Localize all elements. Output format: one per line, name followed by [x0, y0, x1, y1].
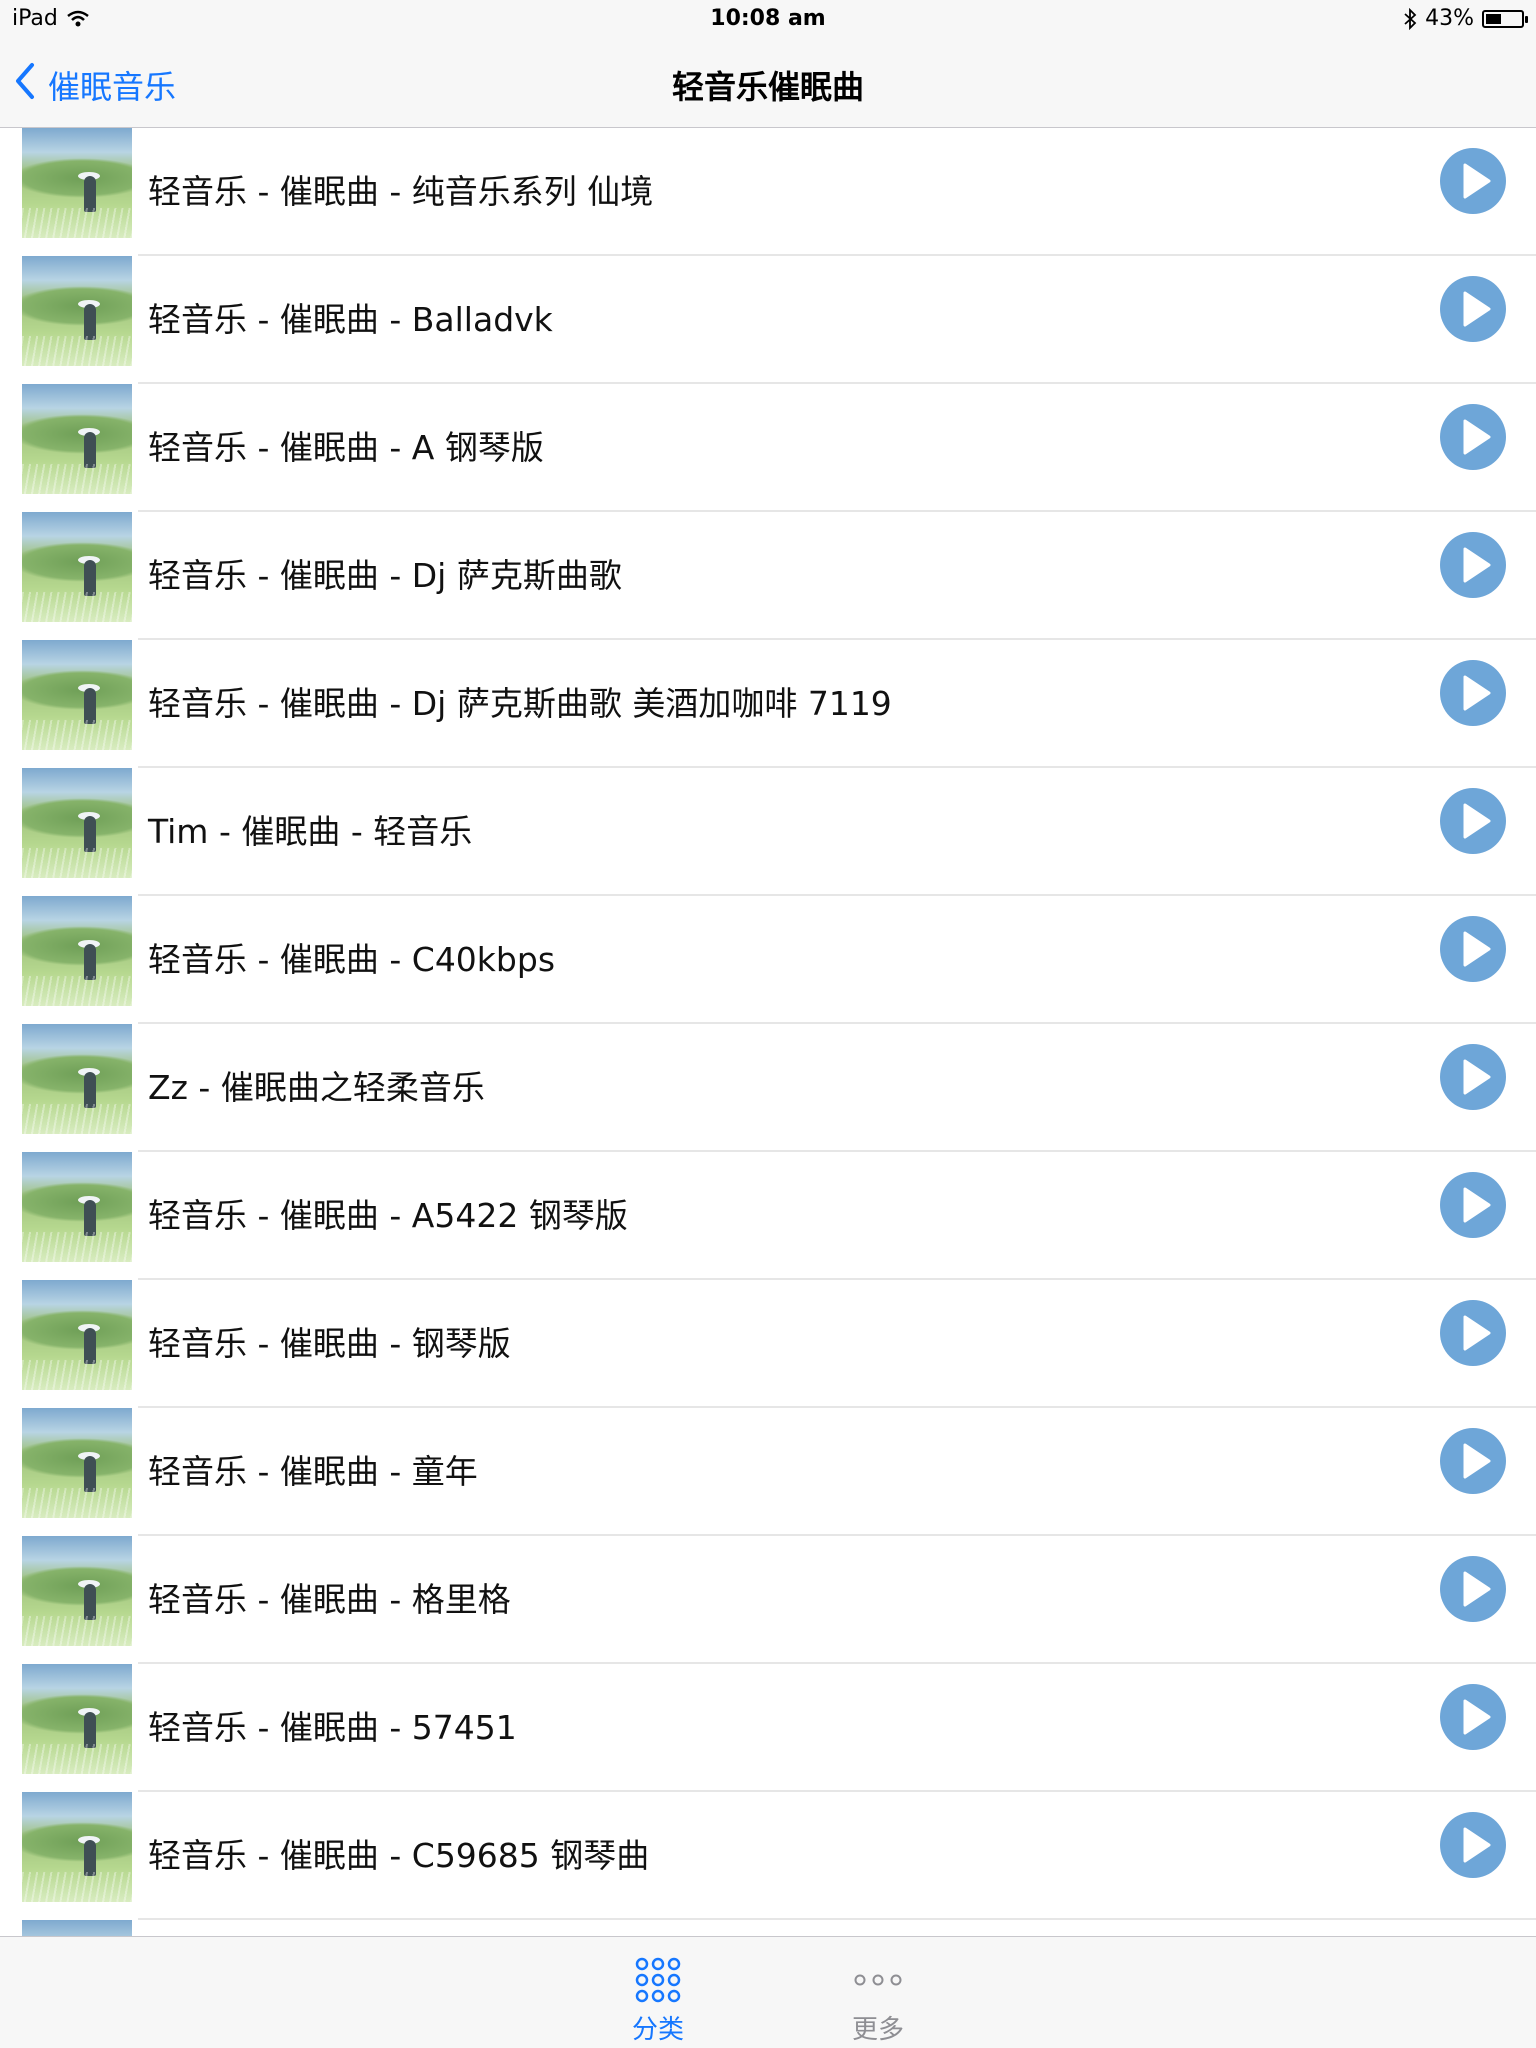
track-cover-image	[22, 640, 132, 750]
play-icon	[1463, 803, 1491, 839]
tab-more[interactable]: 更多	[818, 1955, 938, 2046]
track-title: 轻音乐 - 催眠曲 - Balladvk	[148, 300, 553, 339]
play-icon	[1463, 1827, 1491, 1863]
track-cover-image	[22, 256, 132, 366]
play-icon	[1463, 1315, 1491, 1351]
track-title: Tim - 催眠曲 - 轻音乐	[148, 812, 473, 851]
track-cover-image	[22, 1920, 132, 1936]
track-cover-image	[22, 1280, 132, 1390]
track-title: 轻音乐 - 催眠曲 - C59685 钢琴曲	[148, 1836, 650, 1875]
track-cover-image	[22, 1152, 132, 1262]
track-row[interactable]: Zz - 催眠曲之轻柔音乐	[0, 1024, 1536, 1152]
track-row[interactable]: 轻音乐 - 催眠曲 - A 钢琴版	[0, 384, 1536, 512]
tab-category[interactable]: 分类	[598, 1955, 718, 2046]
battery-icon	[1482, 9, 1528, 28]
track-title: 轻音乐 - 催眠曲 - 格里格	[148, 1580, 511, 1619]
track-cover-image	[22, 512, 132, 622]
track-row[interactable]: 轻音乐 - 催眠曲 - Dj 萨克斯曲歌	[0, 512, 1536, 640]
play-button[interactable]	[1440, 788, 1506, 854]
track-cover-image	[22, 896, 132, 1006]
play-icon	[1463, 1571, 1491, 1607]
play-button[interactable]	[1440, 660, 1506, 726]
tab-bar: 分类 更多	[0, 1936, 1536, 2048]
track-row[interactable]: 轻音乐 - 催眠曲 - 纯音乐系列 仙境	[0, 128, 1536, 256]
track-title: 轻音乐 - 催眠曲 - Dj 萨克斯曲歌 美酒加咖啡 7119	[148, 684, 892, 723]
track-title: 轻音乐 - 催眠曲 - A5422 钢琴版	[148, 1196, 628, 1235]
more-dots-icon	[818, 1955, 938, 2005]
play-button[interactable]	[1440, 1300, 1506, 1366]
play-icon	[1463, 1443, 1491, 1479]
play-icon	[1463, 291, 1491, 327]
track-cover-image	[22, 1664, 132, 1774]
app-window: iPad 10:08 am 43% 催眠音乐 轻音乐催眠曲 轻音乐 - 催眠曲 …	[0, 0, 1536, 2048]
battery-percent: 43%	[1425, 6, 1474, 31]
play-button[interactable]	[1440, 916, 1506, 982]
play-button[interactable]	[1440, 1684, 1506, 1750]
track-title: 轻音乐 - 催眠曲 - 57451	[148, 1708, 517, 1747]
page-title: 轻音乐催眠曲	[671, 68, 864, 106]
battery-level	[1486, 13, 1501, 24]
track-row[interactable]: 轻音乐 - 催眠曲 - Balladvk	[0, 256, 1536, 384]
grid-dots-icon	[598, 1955, 718, 2005]
track-cover-image	[22, 1792, 132, 1902]
play-button[interactable]	[1440, 148, 1506, 214]
track-title: 轻音乐 - 催眠曲 - A 钢琴版	[148, 428, 544, 467]
track-row[interactable]: 轻音乐 - 催眠曲 - 钢琴版	[0, 1280, 1536, 1408]
track-cover-image	[22, 768, 132, 878]
play-icon	[1463, 163, 1491, 199]
tab-more-label: 更多	[851, 2015, 904, 2045]
track-row[interactable]: 轻音乐 - 催眠曲 - 格里格	[0, 1536, 1536, 1664]
track-cover-image	[22, 1024, 132, 1134]
play-icon	[1463, 1187, 1491, 1223]
play-button[interactable]	[1440, 404, 1506, 470]
track-title: Zz - 催眠曲之轻柔音乐	[148, 1068, 485, 1107]
play-icon	[1463, 931, 1491, 967]
bluetooth-icon	[1403, 7, 1417, 30]
track-title: 轻音乐 - 催眠曲 - 纯音乐系列 仙境	[148, 172, 654, 211]
track-title: 轻音乐 - 催眠曲 - Dj 萨克斯曲歌	[148, 556, 622, 595]
track-row[interactable]: 轻音乐 - 催眠曲 - 童年	[0, 1408, 1536, 1536]
track-cover-image	[22, 1408, 132, 1518]
track-row[interactable]: 轻音乐 - 催眠曲 - Dj 萨克斯曲歌 美酒加咖啡 7119	[0, 640, 1536, 768]
play-icon	[1463, 419, 1491, 455]
track-title: 轻音乐 - 催眠曲 - 钢琴版	[148, 1324, 511, 1363]
status-time: 10:08 am	[710, 6, 826, 31]
navigation-bar: 催眠音乐 轻音乐催眠曲	[0, 40, 1536, 128]
play-icon	[1463, 547, 1491, 583]
track-cover-image	[22, 1536, 132, 1646]
track-cover-image	[22, 384, 132, 494]
play-button[interactable]	[1440, 1812, 1506, 1878]
play-button[interactable]	[1440, 1556, 1506, 1622]
track-row[interactable]: 轻音乐 - 催眠曲 - C40kbps	[0, 896, 1536, 1024]
track-cover-image	[22, 128, 132, 238]
status-bar: iPad 10:08 am 43%	[0, 0, 1536, 40]
tab-category-label: 分类	[631, 2015, 684, 2045]
play-button[interactable]	[1440, 1428, 1506, 1494]
play-icon	[1463, 675, 1491, 711]
track-row[interactable]: 轻音乐 - 催眠曲 - A5422 钢琴版	[0, 1152, 1536, 1280]
track-row[interactable]	[0, 1920, 1536, 1936]
play-icon	[1463, 1699, 1491, 1735]
track-title: 轻音乐 - 催眠曲 - C40kbps	[148, 940, 556, 979]
track-row[interactable]: 轻音乐 - 催眠曲 - 57451	[0, 1664, 1536, 1792]
play-button[interactable]	[1440, 276, 1506, 342]
play-button[interactable]	[1440, 532, 1506, 598]
play-icon	[1463, 1059, 1491, 1095]
play-button[interactable]	[1440, 1172, 1506, 1238]
track-title: 轻音乐 - 催眠曲 - 童年	[148, 1452, 478, 1491]
status-right: 43%	[1403, 6, 1528, 31]
track-row[interactable]: Tim - 催眠曲 - 轻音乐	[0, 768, 1536, 896]
track-row[interactable]: 轻音乐 - 催眠曲 - C59685 钢琴曲	[0, 1792, 1536, 1920]
play-button[interactable]	[1440, 1044, 1506, 1110]
track-list[interactable]: 轻音乐 - 催眠曲 - 纯音乐系列 仙境 轻音乐 - 催眠曲 - Balladvk…	[0, 128, 1536, 1936]
